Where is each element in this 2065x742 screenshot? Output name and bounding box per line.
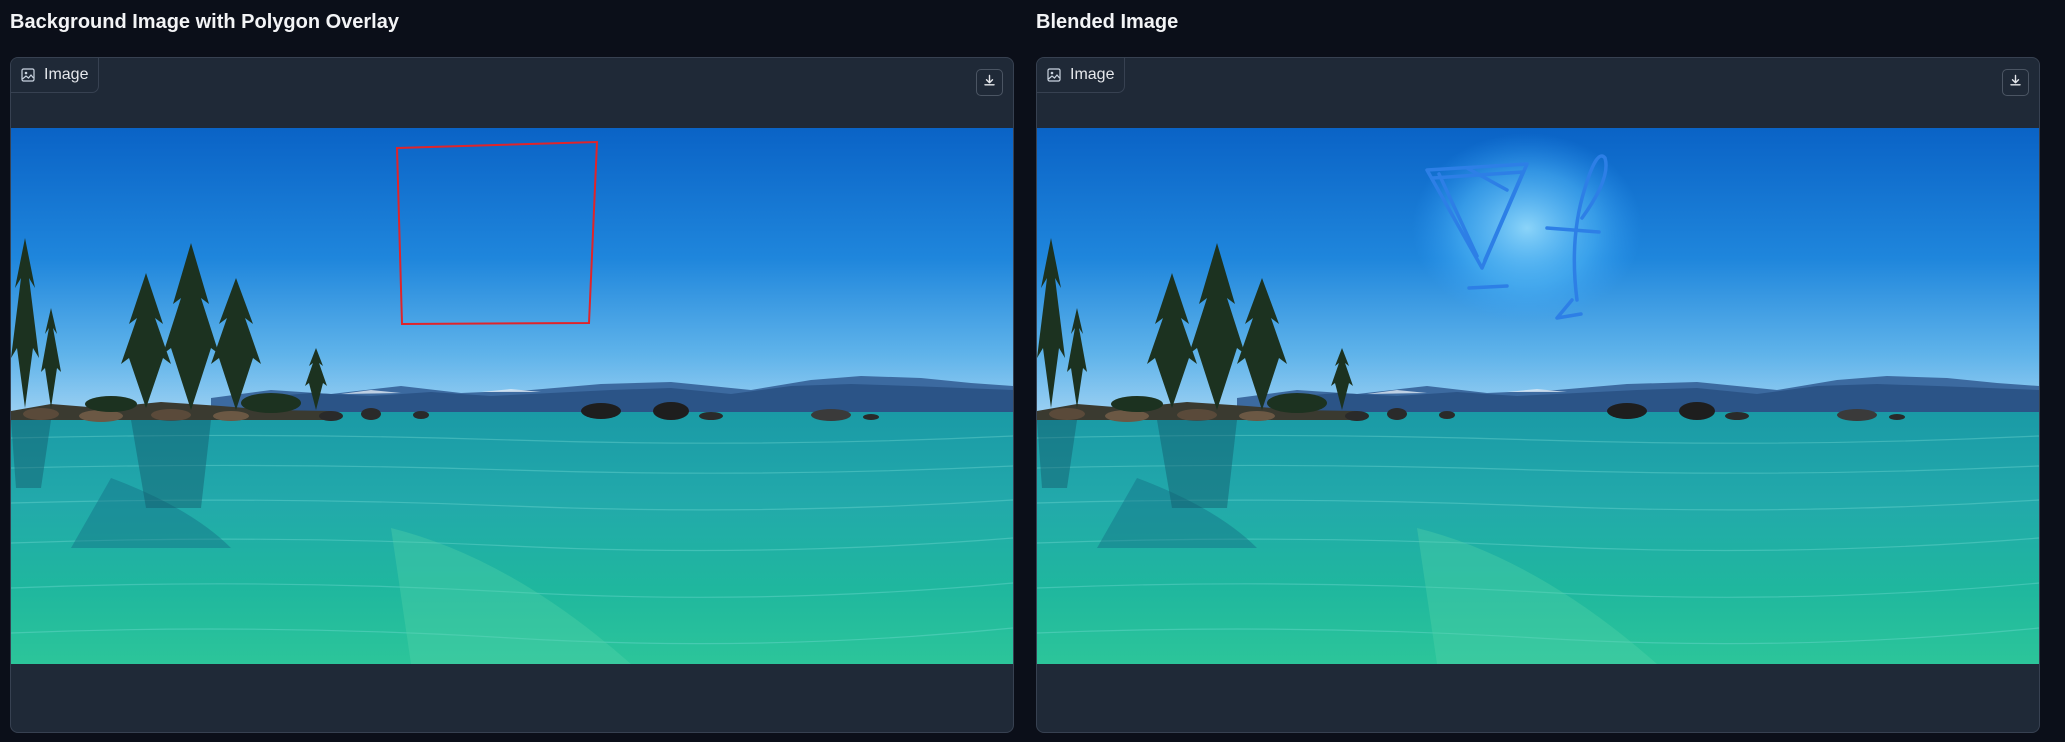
lake-landscape-image [11, 128, 1013, 664]
download-button[interactable] [2002, 69, 2029, 96]
blended-image-panel: Image [1036, 57, 2040, 733]
blended-image-heading: Blended Image [1036, 11, 1179, 33]
image-label: Image [44, 66, 89, 83]
download-icon [2009, 74, 2022, 92]
polygon-overlay-image-panel: Image [10, 57, 1014, 733]
polygon-overlay-heading: Background Image with Polygon Overlay [10, 11, 399, 33]
image-icon [1047, 68, 1061, 82]
blended-image-column: Blended Image Image [1036, 0, 2040, 742]
download-button[interactable] [976, 69, 1003, 96]
polygon-overlay-column: Background Image with Polygon Overlay Im… [10, 0, 1014, 742]
image-icon [21, 68, 35, 82]
image-label-tab: Image [1037, 58, 1126, 93]
lake-landscape-image [1037, 128, 2039, 664]
image-label: Image [1070, 66, 1115, 83]
image-label-tab: Image [11, 58, 100, 93]
blended-image [1037, 128, 2039, 664]
background-image [11, 128, 1013, 664]
download-icon [983, 74, 996, 92]
